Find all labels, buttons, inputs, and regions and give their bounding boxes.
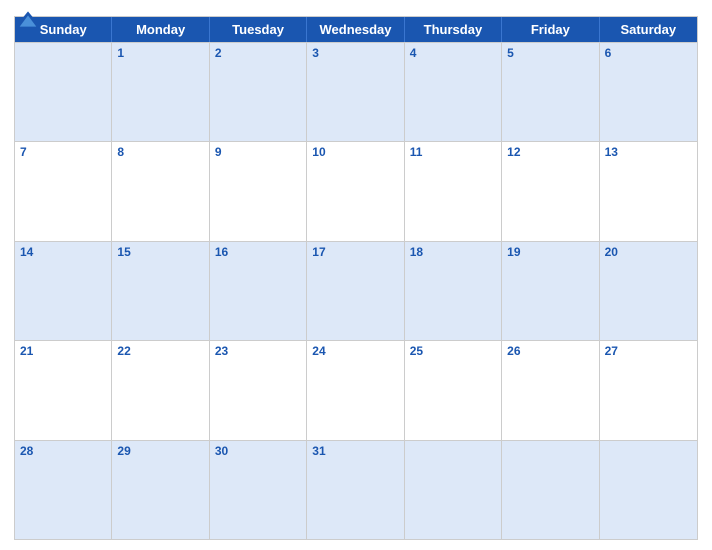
cal-cell: 15	[112, 242, 209, 340]
weekday-header-row: SundayMondayTuesdayWednesdayThursdayFrid…	[15, 17, 697, 42]
day-number: 23	[215, 344, 228, 358]
day-number: 16	[215, 245, 228, 259]
day-number: 2	[215, 46, 222, 60]
cal-cell: 4	[405, 43, 502, 141]
weekday-header-thursday: Thursday	[405, 17, 502, 42]
cal-cell: 0	[600, 441, 697, 539]
cal-cell: 1	[112, 43, 209, 141]
day-number: 4	[410, 46, 417, 60]
weekday-header-monday: Monday	[112, 17, 209, 42]
cal-cell: 12	[502, 142, 599, 240]
cal-cell: 5	[502, 43, 599, 141]
day-number: 10	[312, 145, 325, 159]
day-number: 18	[410, 245, 423, 259]
cal-cell: 14	[15, 242, 112, 340]
cal-cell: 16	[210, 242, 307, 340]
cal-cell: 23	[210, 341, 307, 439]
day-number: 7	[20, 145, 27, 159]
cal-cell: 0	[15, 43, 112, 141]
day-number: 28	[20, 444, 33, 458]
cal-cell: 27	[600, 341, 697, 439]
cal-cell: 29	[112, 441, 209, 539]
day-number: 30	[215, 444, 228, 458]
week-row-5: 28 29 30 31 0 0 0	[15, 440, 697, 539]
cal-cell: 7	[15, 142, 112, 240]
day-number: 26	[507, 344, 520, 358]
day-number: 11	[410, 145, 423, 159]
weekday-header-saturday: Saturday	[600, 17, 697, 42]
day-number: 8	[117, 145, 124, 159]
cal-cell: 26	[502, 341, 599, 439]
day-number: 5	[507, 46, 514, 60]
day-number: 24	[312, 344, 325, 358]
week-row-4: 21 22 23 24 25 26 27	[15, 340, 697, 439]
weekday-header-wednesday: Wednesday	[307, 17, 404, 42]
page: SundayMondayTuesdayWednesdayThursdayFrid…	[0, 0, 712, 550]
cal-cell: 0	[405, 441, 502, 539]
day-number: 0	[605, 444, 612, 458]
day-number: 27	[605, 344, 618, 358]
logo	[14, 10, 42, 28]
day-number: 19	[507, 245, 520, 259]
cal-cell: 13	[600, 142, 697, 240]
cal-cell: 9	[210, 142, 307, 240]
day-number: 17	[312, 245, 325, 259]
week-row-1: 0 1 2 3 4 5 6	[15, 42, 697, 141]
week-row-2: 7 8 9 10 11 12 13	[15, 141, 697, 240]
cal-cell: 22	[112, 341, 209, 439]
weekday-header-friday: Friday	[502, 17, 599, 42]
cal-cell: 18	[405, 242, 502, 340]
cal-cell: 11	[405, 142, 502, 240]
cal-cell: 25	[405, 341, 502, 439]
day-number: 29	[117, 444, 130, 458]
day-number: 20	[605, 245, 618, 259]
cal-cell: 21	[15, 341, 112, 439]
cal-cell: 3	[307, 43, 404, 141]
logo-icon	[14, 10, 42, 28]
day-number: 31	[312, 444, 325, 458]
day-number: 22	[117, 344, 130, 358]
day-number: 12	[507, 145, 520, 159]
cal-cell: 8	[112, 142, 209, 240]
day-number: 0	[410, 444, 417, 458]
cal-cell: 17	[307, 242, 404, 340]
cal-cell: 20	[600, 242, 697, 340]
day-number: 15	[117, 245, 130, 259]
cal-cell: 30	[210, 441, 307, 539]
day-number: 14	[20, 245, 33, 259]
day-number: 0	[507, 444, 514, 458]
day-number: 0	[20, 46, 27, 60]
day-number: 6	[605, 46, 612, 60]
day-number: 1	[117, 46, 124, 60]
cal-cell: 6	[600, 43, 697, 141]
cal-cell: 31	[307, 441, 404, 539]
day-number: 3	[312, 46, 319, 60]
weekday-header-tuesday: Tuesday	[210, 17, 307, 42]
cal-cell: 19	[502, 242, 599, 340]
day-number: 9	[215, 145, 222, 159]
cal-cell: 0	[502, 441, 599, 539]
cal-cell: 2	[210, 43, 307, 141]
day-number: 13	[605, 145, 618, 159]
calendar: SundayMondayTuesdayWednesdayThursdayFrid…	[14, 16, 698, 540]
calendar-body: 0123456789101112131415161718192021222324…	[15, 42, 697, 539]
week-row-3: 14 15 16 17 18 19 20	[15, 241, 697, 340]
cal-cell: 10	[307, 142, 404, 240]
day-number: 25	[410, 344, 423, 358]
day-number: 21	[20, 344, 33, 358]
cal-cell: 28	[15, 441, 112, 539]
cal-cell: 24	[307, 341, 404, 439]
